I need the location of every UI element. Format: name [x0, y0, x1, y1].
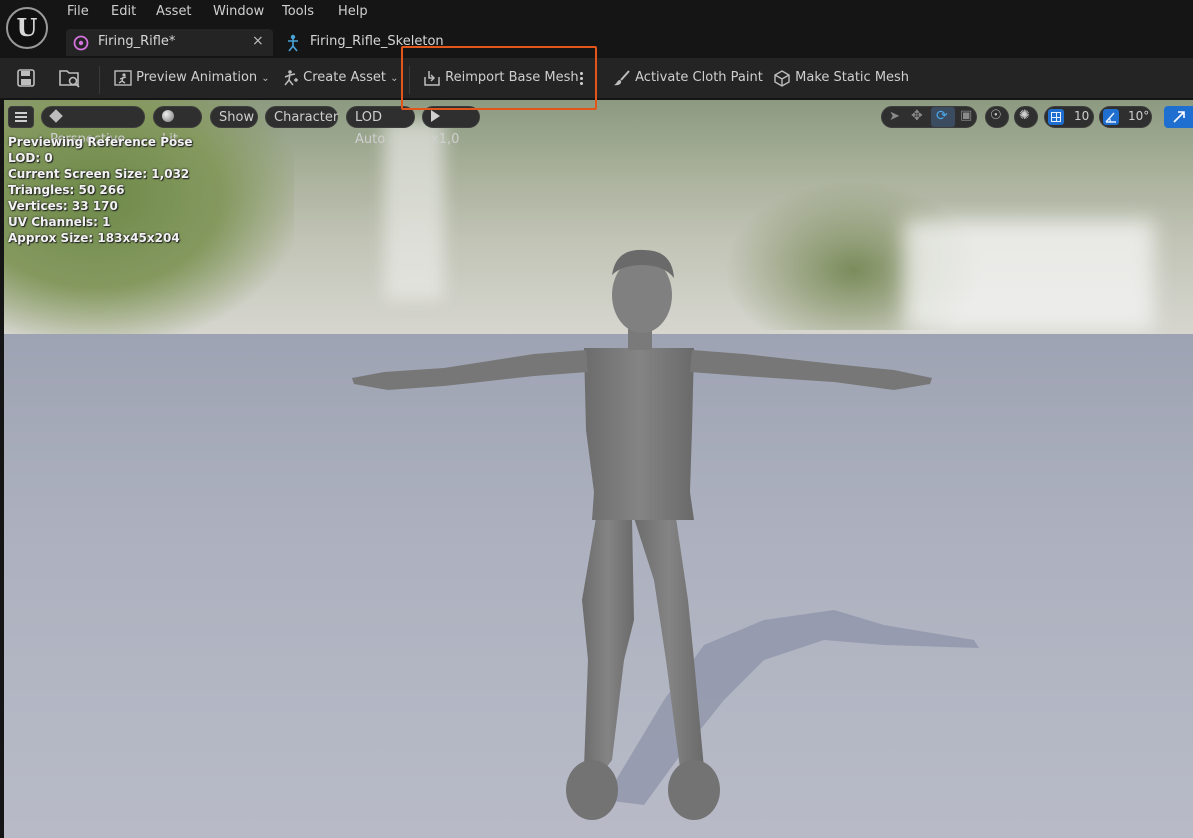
preview-animation-button[interactable]: Preview Animation ⌄: [114, 68, 270, 88]
stats-triangles: Triangles: 50 266: [8, 183, 125, 197]
play-icon: [431, 110, 440, 122]
activate-cloth-paint-button[interactable]: Activate Cloth Paint: [613, 68, 763, 88]
stats-uv-channels: UV Channels: 1: [8, 215, 111, 229]
select-tool-icon[interactable]: ➤: [889, 109, 900, 124]
stats-approx-size: Approx Size: 183x45x204: [8, 231, 180, 245]
tab-label-firing-rifle: Firing_Rifle*: [98, 34, 176, 49]
show-button[interactable]: Show: [210, 106, 258, 128]
menu-tools[interactable]: Tools: [282, 4, 314, 19]
character-label: Character: [274, 110, 339, 125]
rotate-tool-icon: ⟳: [936, 108, 948, 124]
lit-button[interactable]: Lit: [153, 106, 202, 147]
browse-asset-icon[interactable]: [58, 67, 82, 89]
rotation-snap-value: 10°: [1128, 109, 1150, 123]
character-button[interactable]: Character: [265, 106, 338, 128]
highlight-box: [401, 46, 597, 110]
speed-label: x1,0: [431, 132, 460, 147]
grid-snap-value: 10: [1074, 109, 1090, 123]
lit-sphere-icon: [162, 110, 174, 122]
static-mesh-icon: [774, 69, 790, 87]
preview-animation-icon: [114, 69, 132, 86]
activate-cloth-paint-label: Activate Cloth Paint: [635, 70, 763, 85]
character-shadow: [604, 610, 979, 805]
stats-vertices: Vertices: 33 170: [8, 199, 118, 213]
stats-lod: LOD: 0: [8, 151, 53, 165]
menu-edit[interactable]: Edit: [111, 4, 136, 19]
toolbar-separator: [99, 66, 100, 94]
chevron-down-icon: ⌄: [261, 73, 270, 84]
unreal-logo-icon[interactable]: U: [6, 7, 48, 49]
rotation-snap-icon: [1103, 109, 1119, 125]
create-asset-icon: [284, 69, 298, 85]
menu-help[interactable]: Help: [338, 4, 368, 19]
world-icon: ☉: [990, 108, 1002, 123]
chevron-down-icon: ⌄: [390, 73, 399, 84]
paint-brush-icon: [614, 69, 630, 85]
cube-icon: [49, 109, 63, 123]
skeletal-mesh-icon: [73, 35, 89, 51]
preview-viewport[interactable]: [4, 100, 1193, 838]
tab-close-icon[interactable]: ×: [252, 33, 264, 49]
grid-snap-icon: [1048, 109, 1064, 125]
show-label: Show: [219, 110, 255, 125]
stats-screen-size: Current Screen Size: 1,032: [8, 167, 190, 181]
perspective-button[interactable]: Perspective: [41, 106, 145, 147]
menu-file[interactable]: File: [67, 4, 89, 19]
create-asset-button[interactable]: Create Asset ⌄: [281, 68, 399, 88]
surface-snap-icon: ✺: [1019, 108, 1030, 123]
menu-window[interactable]: Window: [213, 4, 264, 19]
create-asset-label: Create Asset: [303, 70, 387, 85]
translate-tool-icon[interactable]: ✥: [911, 108, 923, 124]
menu-asset[interactable]: Asset: [156, 4, 192, 19]
maximize-viewport-button[interactable]: [1164, 106, 1193, 128]
make-static-mesh-label: Make Static Mesh: [795, 70, 910, 85]
make-static-mesh-button[interactable]: Make Static Mesh: [773, 68, 909, 88]
preview-animation-label: Preview Animation: [136, 70, 258, 85]
viewport-options-button[interactable]: [8, 106, 34, 128]
scale-tool-icon[interactable]: ▣: [960, 108, 972, 123]
skeleton-icon: [288, 34, 298, 52]
save-icon[interactable]: [16, 68, 36, 88]
stats-preview-mode: Previewing Reference Pose: [8, 135, 193, 149]
character-mesh: [352, 249, 979, 820]
